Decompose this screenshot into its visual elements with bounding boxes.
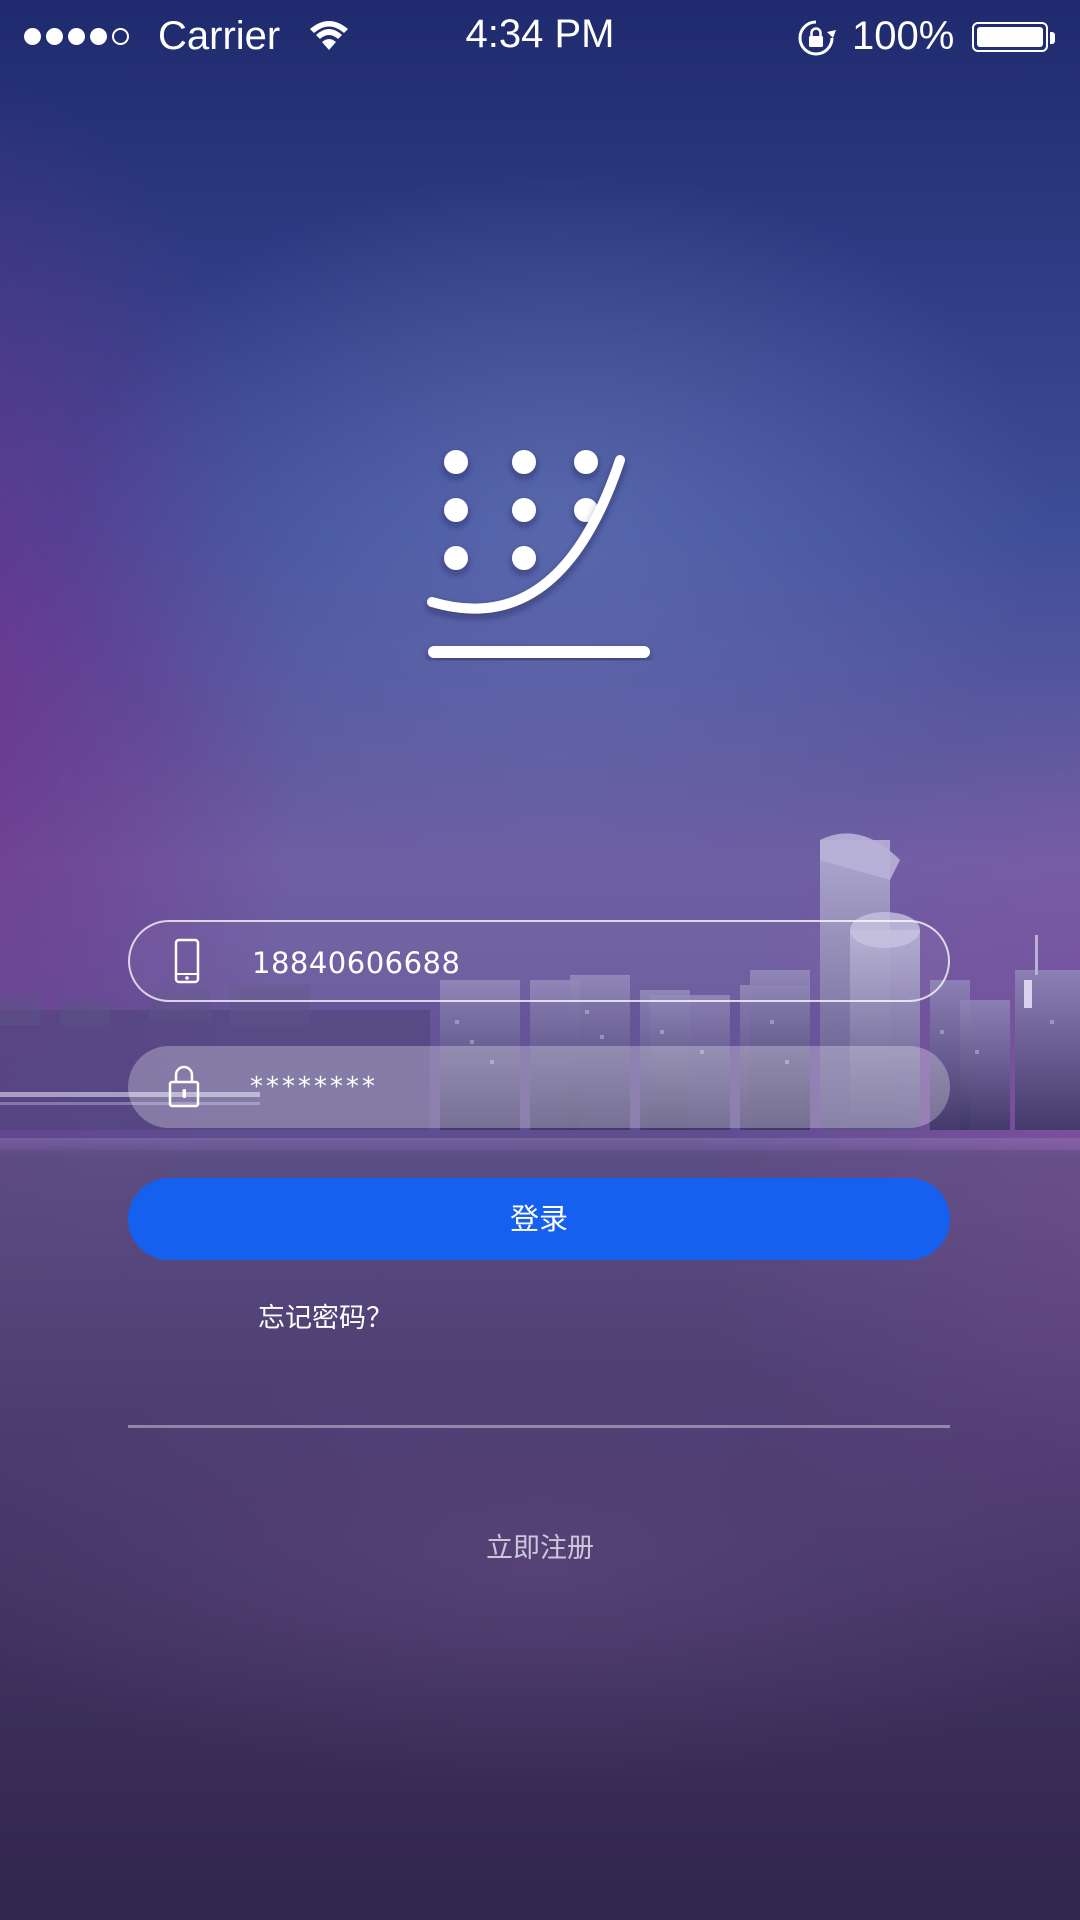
battery-icon [972,22,1048,52]
battery-fill [977,27,1043,47]
phone-input[interactable]: 18840606688 [252,922,460,1004]
battery-percent: 100% [852,14,955,58]
battery-tip [1050,32,1055,44]
login-button[interactable]: 登录 [128,1178,950,1260]
phone-field[interactable]: 18840606688 [128,920,950,1002]
register-link[interactable]: 立即注册 [0,1526,1080,1565]
forgot-password-link[interactable]: 忘记密码？ [258,1296,393,1335]
dots-curve-logo-icon [427,450,650,658]
divider [128,1425,950,1428]
login-screen: Carrier 4:34 PM 100% 18840606688 *******… [0,0,1080,1920]
status-bar: Carrier 4:34 PM 100% [0,0,1080,76]
phone-icon [174,938,200,984]
rotation-lock-icon [798,20,836,56]
password-input[interactable]: ******** [250,1046,378,1128]
password-field[interactable]: ******** [128,1046,950,1128]
lock-icon [168,1065,200,1108]
